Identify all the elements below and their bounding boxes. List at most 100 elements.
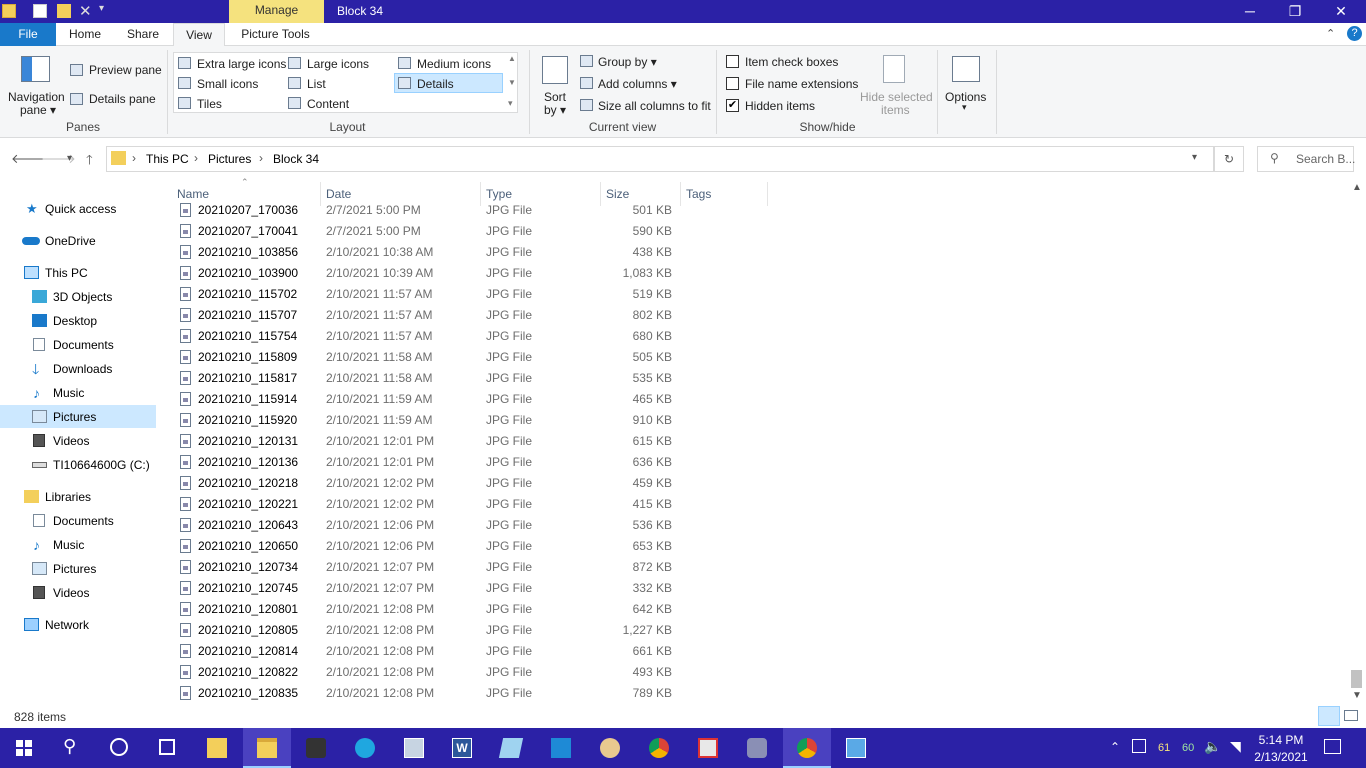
recent-locations-icon[interactable]: ▾ <box>67 153 72 164</box>
options-dropdown-icon[interactable]: ▾ <box>962 102 967 113</box>
collapse-ribbon-icon[interactable]: ⌃ <box>1326 27 1335 40</box>
network-device-icon[interactable] <box>1132 739 1146 753</box>
taskbar-chrome[interactable] <box>635 728 683 768</box>
taskbar-photos[interactable] <box>390 728 438 768</box>
table-row[interactable]: 20210210_115809 2/10/2021 11:58 AM JPG Fil… <box>176 347 696 368</box>
column-header-name[interactable]: Name <box>177 187 209 201</box>
restore-button[interactable]: ❐ <box>1272 0 1318 23</box>
column-divider[interactable] <box>767 182 768 206</box>
breadcrumb-pictures[interactable]: Pictures <box>208 152 251 166</box>
vertical-scrollbar[interactable]: ▲ ▼ <box>1348 180 1366 705</box>
manage-tab[interactable]: Manage <box>229 0 324 23</box>
delete-icon[interactable]: ✕ <box>79 2 92 20</box>
cortana-button[interactable] <box>96 728 144 768</box>
nav-desktop[interactable]: Desktop <box>32 310 97 332</box>
table-row[interactable]: 20210210_120131 2/10/2021 12:01 PM JPG Fil… <box>176 431 696 452</box>
table-row[interactable]: 20210210_120221 2/10/2021 12:02 PM JPG Fil… <box>176 494 696 515</box>
chevron-right-icon[interactable]: › <box>259 151 263 165</box>
taskbar-chrome-2[interactable] <box>783 728 831 768</box>
scroll-thumb[interactable] <box>1351 670 1362 688</box>
nav-documents[interactable]: Documents <box>32 334 114 356</box>
nav-pictures[interactable]: Pictures <box>32 406 96 428</box>
tab-home[interactable]: Home <box>60 23 110 46</box>
hide-selected-button-line2[interactable]: items <box>881 103 910 117</box>
preview-pane-button[interactable]: Preview pane <box>89 63 162 77</box>
help-icon[interactable]: ? <box>1347 26 1362 41</box>
tray-61[interactable]: 61 <box>1158 742 1170 754</box>
navigation-pane-button[interactable]: Navigation <box>8 90 65 104</box>
taskbar-game[interactable] <box>292 728 340 768</box>
search-taskbar-button[interactable]: ⚲ <box>48 728 96 768</box>
table-row[interactable]: 20210210_120835 2/10/2021 12:08 PM JPG Fil… <box>176 683 696 704</box>
breadcrumb-this-pc[interactable]: This PC <box>146 152 189 166</box>
nav-3d-objects[interactable]: 3D Objects <box>32 286 112 308</box>
table-row[interactable]: 20210210_120734 2/10/2021 12:07 PM JPG Fil… <box>176 557 696 578</box>
item-check-boxes-label[interactable]: Item check boxes <box>745 55 838 69</box>
navigation-pane-dropdown[interactable]: pane ▾ <box>20 103 56 117</box>
layout-details[interactable]: Details <box>417 77 454 91</box>
table-row[interactable]: 20210210_120814 2/10/2021 12:08 PM JPG Fil… <box>176 641 696 662</box>
table-row[interactable]: 20210210_115702 2/10/2021 11:57 AM JPG Fil… <box>176 284 696 305</box>
column-header-date[interactable]: Date <box>326 187 351 201</box>
layout-medium-icons[interactable]: Medium icons <box>417 57 491 71</box>
taskbar-edge[interactable] <box>341 728 389 768</box>
scroll-down-icon[interactable]: ▼ <box>1352 690 1362 701</box>
taskbar-paint[interactable] <box>586 728 634 768</box>
nav-lib-pictures[interactable]: Pictures <box>32 558 96 580</box>
table-row[interactable]: 20210210_120805 2/10/2021 12:08 PM JPG Fil… <box>176 620 696 641</box>
tab-file[interactable]: File <box>0 23 56 46</box>
scroll-up-icon[interactable]: ▲ <box>1352 182 1362 193</box>
clock-time[interactable]: 5:14 PM <box>1256 733 1306 747</box>
tab-share[interactable]: Share <box>118 23 168 46</box>
file-name-extensions-checkbox[interactable] <box>726 77 739 90</box>
show-hidden-icons-icon[interactable]: ⌃ <box>1110 740 1120 754</box>
table-row[interactable]: 20210210_115914 2/10/2021 11:59 AM JPG Fil… <box>176 389 696 410</box>
breadcrumb-block-34[interactable]: Block 34 <box>273 152 319 166</box>
taskbar-photos-viewer[interactable] <box>537 728 585 768</box>
table-row[interactable]: 20210210_120643 2/10/2021 12:06 PM JPG Fil… <box>176 515 696 536</box>
details-pane-button[interactable]: Details pane <box>89 92 156 106</box>
chevron-right-icon[interactable]: › <box>194 151 198 165</box>
nav-lib-documents[interactable]: Documents <box>32 510 114 532</box>
table-row[interactable]: 20210210_115754 2/10/2021 11:57 AM JPG Fil… <box>176 326 696 347</box>
nav-quick-access[interactable]: ★ Quick access <box>26 198 116 220</box>
gallery-up-icon[interactable]: ▲ <box>508 54 516 63</box>
group-by-button[interactable]: Group by ▾ <box>598 55 657 69</box>
refresh-icon[interactable]: ↻ <box>1214 146 1244 172</box>
taskbar-notification-app[interactable] <box>733 728 781 768</box>
taskbar-file-manager[interactable] <box>193 728 241 768</box>
layout-small-icons[interactable]: Small icons <box>197 77 258 91</box>
search-input[interactable]: Search B... <box>1296 152 1355 166</box>
table-row[interactable]: 20210210_120218 2/10/2021 12:02 PM JPG Fil… <box>176 473 696 494</box>
table-row[interactable]: 20210210_103856 2/10/2021 10:38 AM JPG Fil… <box>176 242 696 263</box>
nav-videos[interactable]: Videos <box>32 430 89 452</box>
taskbar-word[interactable]: W <box>438 728 486 768</box>
start-button[interactable] <box>0 728 48 768</box>
address-dropdown-icon[interactable]: ▾ <box>1192 152 1197 163</box>
layout-list[interactable]: List <box>307 77 326 91</box>
layout-tiles[interactable]: Tiles <box>197 97 222 111</box>
volume-icon[interactable]: 🔈 <box>1204 738 1221 755</box>
table-row[interactable]: 20210210_115817 2/10/2021 11:58 AM JPG Fil… <box>176 368 696 389</box>
layout-extra-large-icons[interactable]: Extra large icons <box>197 57 286 71</box>
file-name-extensions-label[interactable]: File name extensions <box>745 77 858 91</box>
details-view-icon[interactable] <box>1318 706 1340 726</box>
tab-picture-tools[interactable]: Picture Tools <box>231 23 320 46</box>
chevron-right-icon[interactable]: › <box>132 151 136 165</box>
table-row[interactable]: 20210210_120801 2/10/2021 12:08 PM JPG Fil… <box>176 599 696 620</box>
tray-60[interactable]: 60 <box>1182 742 1194 754</box>
nav-music[interactable]: ♪ Music <box>32 382 84 404</box>
table-row[interactable]: 20210210_115920 2/10/2021 11:59 AM JPG Fil… <box>176 410 696 431</box>
large-icons-view-icon[interactable] <box>1344 710 1358 721</box>
taskbar-tool[interactable] <box>684 728 732 768</box>
table-row[interactable]: 20210210_103900 2/10/2021 10:39 AM JPG Fil… <box>176 263 696 284</box>
table-row[interactable]: 20210210_120650 2/10/2021 12:06 PM JPG Fil… <box>176 536 696 557</box>
layout-large-icons[interactable]: Large icons <box>307 57 369 71</box>
customize-toolbar-icon[interactable]: ▾ <box>99 3 104 14</box>
nav-lib-music[interactable]: ♪ Music <box>32 534 84 556</box>
table-row[interactable]: 20210210_120745 2/10/2021 12:07 PM JPG Fil… <box>176 578 696 599</box>
add-columns-button[interactable]: Add columns ▾ <box>598 77 677 91</box>
properties-icon[interactable] <box>33 4 47 18</box>
nav-drive-c[interactable]: TI10664600G (C:) <box>32 454 150 476</box>
nav-this-pc[interactable]: This PC <box>24 262 88 284</box>
